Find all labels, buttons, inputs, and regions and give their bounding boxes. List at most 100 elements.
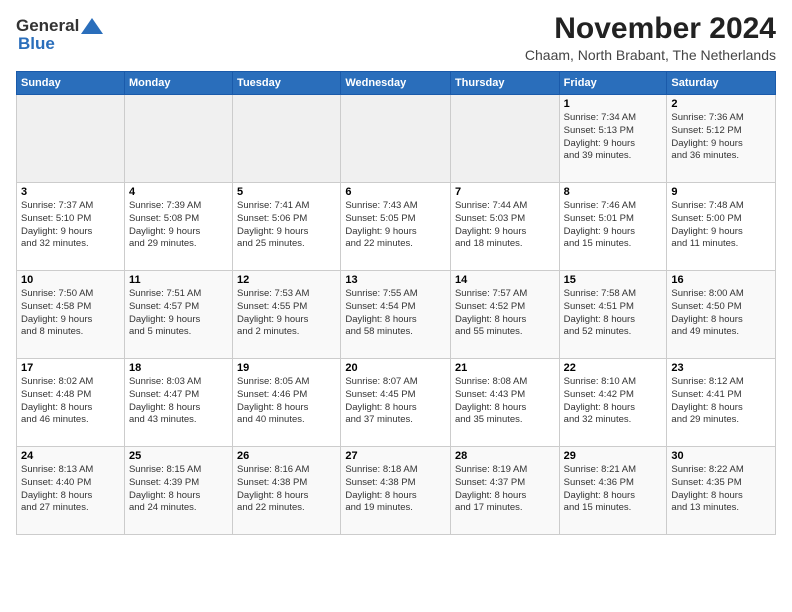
day-number: 23 — [671, 362, 771, 374]
day-number: 2 — [671, 98, 771, 110]
day-number: 24 — [21, 450, 120, 462]
logo-wordmark: General — [16, 16, 103, 36]
main-title: November 2024 — [525, 12, 776, 45]
col-saturday: Saturday — [667, 72, 776, 95]
day-number: 5 — [237, 186, 336, 198]
calendar-cell: 25 Sunrise: 8:15 AM Sunset: 4:39 PM Dayli… — [124, 447, 232, 535]
day-number: 30 — [671, 450, 771, 462]
day-info: Sunrise: 7:43 AM Sunset: 5:05 PM Dayligh… — [345, 200, 446, 251]
calendar-cell: 21 Sunrise: 8:08 AM Sunset: 4:43 PM Dayli… — [450, 359, 559, 447]
day-info: Sunrise: 8:15 AM Sunset: 4:39 PM Dayligh… — [129, 464, 228, 515]
day-number: 22 — [564, 362, 663, 374]
day-info: Sunrise: 8:16 AM Sunset: 4:38 PM Dayligh… — [237, 464, 336, 515]
calendar-cell: 5 Sunrise: 7:41 AM Sunset: 5:06 PM Daylig… — [233, 183, 341, 271]
day-info: Sunrise: 7:41 AM Sunset: 5:06 PM Dayligh… — [237, 200, 336, 251]
day-info: Sunrise: 8:13 AM Sunset: 4:40 PM Dayligh… — [21, 464, 120, 515]
day-info: Sunrise: 7:53 AM Sunset: 4:55 PM Dayligh… — [237, 288, 336, 339]
day-number: 13 — [345, 274, 446, 286]
day-number: 28 — [455, 450, 555, 462]
day-info: Sunrise: 7:44 AM Sunset: 5:03 PM Dayligh… — [455, 200, 555, 251]
day-info: Sunrise: 8:19 AM Sunset: 4:37 PM Dayligh… — [455, 464, 555, 515]
calendar-cell: 13Sunrise: 7:55 AM Sunset: 4:54 PM Dayli… — [341, 271, 451, 359]
calendar-cell: 2 Sunrise: 7:36 AM Sunset: 5:12 PM Daylig… — [667, 95, 776, 183]
day-info: Sunrise: 8:21 AM Sunset: 4:36 PM Dayligh… — [564, 464, 663, 515]
calendar-cell: 23 Sunrise: 8:12 AM Sunset: 4:41 PM Dayli… — [667, 359, 776, 447]
calendar-cell: 28 Sunrise: 8:19 AM Sunset: 4:37 PM Dayli… — [450, 447, 559, 535]
day-number: 11 — [129, 274, 228, 286]
calendar-cell: 17 Sunrise: 8:02 AM Sunset: 4:48 PM Dayli… — [17, 359, 125, 447]
day-info: Sunrise: 8:12 AM Sunset: 4:41 PM Dayligh… — [671, 376, 771, 427]
day-number: 16 — [671, 274, 771, 286]
calendar-cell: 15 Sunrise: 7:58 AM Sunset: 4:51 PM Dayli… — [559, 271, 667, 359]
calendar-cell: 16 Sunrise: 8:00 AM Sunset: 4:50 PM Dayli… — [667, 271, 776, 359]
calendar-cell — [233, 95, 341, 183]
col-wednesday: Wednesday — [341, 72, 451, 95]
calendar-cell: 12 Sunrise: 7:53 AM Sunset: 4:55 PM Dayli… — [233, 271, 341, 359]
day-number: 27 — [345, 450, 446, 462]
day-number: 8 — [564, 186, 663, 198]
calendar-cell: 18 Sunrise: 8:03 AM Sunset: 4:47 PM Dayli… — [124, 359, 232, 447]
day-info: Sunrise: 8:02 AM Sunset: 4:48 PM Dayligh… — [21, 376, 120, 427]
day-info: Sunrise: 7:50 AM Sunset: 4:58 PM Dayligh… — [21, 288, 120, 339]
calendar-cell: 22 Sunrise: 8:10 AM Sunset: 4:42 PM Dayli… — [559, 359, 667, 447]
calendar-cell — [341, 95, 451, 183]
day-number: 26 — [237, 450, 336, 462]
calendar-cell: 20Sunrise: 8:07 AM Sunset: 4:45 PM Dayli… — [341, 359, 451, 447]
calendar-cell: 27 Sunrise: 8:18 AM Sunset: 4:38 PM Dayli… — [341, 447, 451, 535]
day-number: 15 — [564, 274, 663, 286]
day-info: Sunrise: 7:36 AM Sunset: 5:12 PM Dayligh… — [671, 112, 771, 163]
logo-blue-text: Blue — [16, 34, 55, 54]
col-friday: Friday — [559, 72, 667, 95]
calendar-table: Sunday Monday Tuesday Wednesday Thursday… — [16, 71, 776, 535]
col-tuesday: Tuesday — [233, 72, 341, 95]
calendar-cell: 26 Sunrise: 8:16 AM Sunset: 4:38 PM Dayli… — [233, 447, 341, 535]
calendar-cell: 9 Sunrise: 7:48 AM Sunset: 5:00 PM Daylig… — [667, 183, 776, 271]
day-info: Sunrise: 8:18 AM Sunset: 4:38 PM Dayligh… — [345, 464, 446, 515]
sub-title: Chaam, North Brabant, The Netherlands — [525, 47, 776, 63]
calendar-cell — [124, 95, 232, 183]
day-number: 18 — [129, 362, 228, 374]
col-sunday: Sunday — [17, 72, 125, 95]
day-info: Sunrise: 7:51 AM Sunset: 4:57 PM Dayligh… — [129, 288, 228, 339]
day-number: 7 — [455, 186, 555, 198]
logo-icon — [81, 18, 103, 34]
day-info: Sunrise: 8:03 AM Sunset: 4:47 PM Dayligh… — [129, 376, 228, 427]
day-info: Sunrise: 7:48 AM Sunset: 5:00 PM Dayligh… — [671, 200, 771, 251]
calendar-cell: 10Sunrise: 7:50 AM Sunset: 4:58 PM Dayli… — [17, 271, 125, 359]
day-number: 9 — [671, 186, 771, 198]
day-info: Sunrise: 7:39 AM Sunset: 5:08 PM Dayligh… — [129, 200, 228, 251]
calendar-cell — [450, 95, 559, 183]
day-number: 12 — [237, 274, 336, 286]
calendar-cell — [17, 95, 125, 183]
day-info: Sunrise: 8:08 AM Sunset: 4:43 PM Dayligh… — [455, 376, 555, 427]
day-number: 21 — [455, 362, 555, 374]
header: General Blue November 2024 Chaam, North … — [16, 12, 776, 63]
calendar-cell: 11 Sunrise: 7:51 AM Sunset: 4:57 PM Dayli… — [124, 271, 232, 359]
day-info: Sunrise: 7:37 AM Sunset: 5:10 PM Dayligh… — [21, 200, 120, 251]
logo: General Blue — [16, 12, 103, 54]
day-info: Sunrise: 7:57 AM Sunset: 4:52 PM Dayligh… — [455, 288, 555, 339]
col-thursday: Thursday — [450, 72, 559, 95]
calendar-cell: 30Sunrise: 8:22 AM Sunset: 4:35 PM Dayli… — [667, 447, 776, 535]
day-info: Sunrise: 8:10 AM Sunset: 4:42 PM Dayligh… — [564, 376, 663, 427]
day-info: Sunrise: 7:34 AM Sunset: 5:13 PM Dayligh… — [564, 112, 663, 163]
calendar-cell: 14 Sunrise: 7:57 AM Sunset: 4:52 PM Dayli… — [450, 271, 559, 359]
day-info: Sunrise: 8:00 AM Sunset: 4:50 PM Dayligh… — [671, 288, 771, 339]
calendar-cell: 29Sunrise: 8:21 AM Sunset: 4:36 PM Dayli… — [559, 447, 667, 535]
calendar-cell: 24 Sunrise: 8:13 AM Sunset: 4:40 PM Dayli… — [17, 447, 125, 535]
calendar-cell: 8 Sunrise: 7:46 AM Sunset: 5:01 PM Daylig… — [559, 183, 667, 271]
day-number: 3 — [21, 186, 120, 198]
day-info: Sunrise: 8:07 AM Sunset: 4:45 PM Dayligh… — [345, 376, 446, 427]
day-info: Sunrise: 7:46 AM Sunset: 5:01 PM Dayligh… — [564, 200, 663, 251]
calendar-cell: 4Sunrise: 7:39 AM Sunset: 5:08 PM Daylig… — [124, 183, 232, 271]
day-number: 1 — [564, 98, 663, 110]
day-info: Sunrise: 7:58 AM Sunset: 4:51 PM Dayligh… — [564, 288, 663, 339]
day-number: 14 — [455, 274, 555, 286]
page: General Blue November 2024 Chaam, North … — [0, 0, 792, 612]
col-monday: Monday — [124, 72, 232, 95]
day-number: 19 — [237, 362, 336, 374]
calendar-cell: 7 Sunrise: 7:44 AM Sunset: 5:03 PM Daylig… — [450, 183, 559, 271]
day-number: 17 — [21, 362, 120, 374]
day-number: 25 — [129, 450, 228, 462]
logo-general-text: General — [16, 16, 79, 36]
